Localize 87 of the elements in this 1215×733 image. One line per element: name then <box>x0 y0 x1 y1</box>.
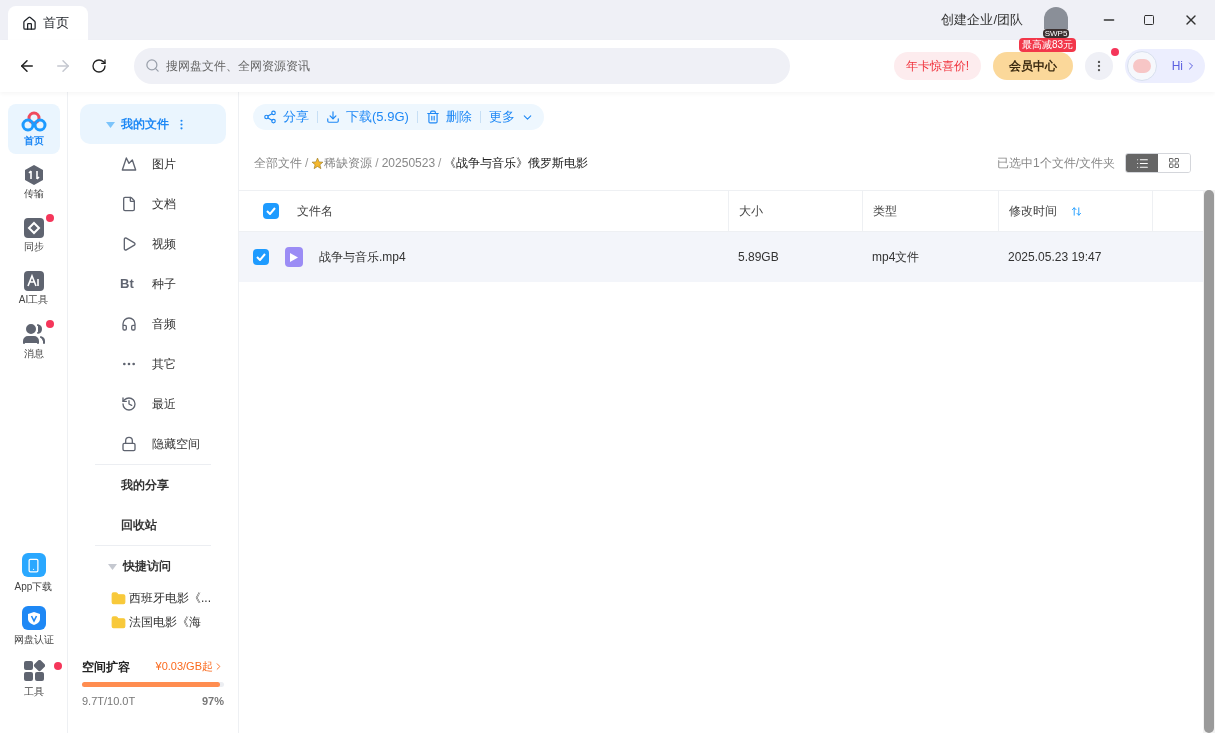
storage-label: 空间扩容 <box>82 658 130 676</box>
vip-center-button[interactable]: 会员中心 <box>993 52 1073 80</box>
phone-app-icon <box>21 553 46 577</box>
refresh-button[interactable] <box>91 58 107 74</box>
caret-icon <box>106 119 115 129</box>
download-icon <box>326 110 340 124</box>
assistant-button[interactable]: Hi <box>1125 49 1205 83</box>
storage-percent: 97% <box>201 693 224 709</box>
sidebar-link[interactable]: 回收站 <box>68 505 238 545</box>
breadcrumb-separator: / <box>305 155 309 172</box>
share-icon <box>263 110 277 124</box>
document-icon <box>121 196 137 212</box>
rail-tab[interactable]: 传输 <box>7 157 60 207</box>
ai-tool-icon <box>22 270 45 292</box>
list-view-button[interactable] <box>1126 154 1158 172</box>
breadcrumb-link[interactable]: 20250523 <box>381 154 436 172</box>
seed-icon: Bt <box>120 274 138 294</box>
file-size: 5.89GB <box>737 249 780 266</box>
checkbox[interactable] <box>253 249 269 265</box>
list-icon <box>1135 156 1149 170</box>
people-icon <box>21 322 46 346</box>
breadcrumb-separator: / <box>438 155 442 172</box>
transfer-icon <box>22 164 45 186</box>
rail-tab[interactable]: 网盘认证 <box>7 601 60 651</box>
category-item[interactable]: 最近 <box>68 384 238 424</box>
folder-icon <box>111 590 126 606</box>
caret-icon <box>108 561 117 571</box>
avatar[interactable] <box>1044 6 1068 29</box>
trash-icon <box>425 110 440 124</box>
breadcrumb-link[interactable]: 《战争与音乐》俄罗斯电影 <box>444 154 589 172</box>
category-item[interactable]: 文档 <box>68 184 238 224</box>
column-header[interactable]: 文件名 <box>287 191 728 231</box>
quick-access-item[interactable]: 西班牙电影《... <box>68 586 238 610</box>
maximize-button[interactable] <box>1143 14 1155 26</box>
play-icon <box>121 236 137 252</box>
sidebar-link[interactable]: 我的分享 <box>68 465 238 505</box>
breadcrumb-separator: / <box>375 155 379 172</box>
mountain-icon <box>121 156 137 172</box>
home-tab[interactable]: 首页 <box>8 6 88 40</box>
lock-icon <box>121 436 137 452</box>
discount-tag: 最高减83元 <box>1019 38 1077 52</box>
breadcrumb-link[interactable]: 稀缺资源 <box>324 154 373 172</box>
category-item[interactable]: 图片 <box>68 144 238 184</box>
create-team-link[interactable]: 创建企业/团队 <box>941 10 1023 30</box>
rail-tab[interactable]: App下载 <box>7 548 60 598</box>
modified-time: 2025.05.23 19:47 <box>1007 249 1103 266</box>
quick-access-header[interactable]: 快捷访问 <box>68 546 238 586</box>
quick-access-item[interactable]: 法国电影《海 <box>68 610 238 634</box>
more-menu-button[interactable] <box>1085 52 1113 80</box>
check-icon <box>266 207 276 215</box>
category-item[interactable]: Bt 种子 <box>68 264 238 304</box>
mascot-icon <box>1127 51 1157 81</box>
file-type: mp4文件 <box>871 249 921 266</box>
file-name: 战争与音乐.mp4 <box>319 249 406 266</box>
category-item[interactable]: 音频 <box>68 304 238 344</box>
sort-icon <box>1071 205 1082 217</box>
video-file-icon <box>285 247 303 267</box>
folder-icon <box>111 614 126 630</box>
tools-grid-icon <box>22 660 45 682</box>
breadcrumb-link[interactable]: 全部文件 <box>254 154 302 172</box>
selection-count: 已选中1个文件/文件夹 <box>997 155 1115 172</box>
checkbox[interactable] <box>263 203 279 219</box>
home-icon <box>22 15 37 31</box>
history-icon <box>121 396 137 412</box>
column-header[interactable]: 类型 <box>862 191 998 231</box>
rail-tab[interactable]: 同步 <box>7 210 60 260</box>
category-item[interactable]: 其它 <box>68 344 238 384</box>
cloud-logo-icon <box>20 111 47 133</box>
category-item[interactable]: 视频 <box>68 224 238 264</box>
back-button[interactable] <box>18 57 36 75</box>
grid-icon <box>1168 157 1180 169</box>
column-header[interactable]: 大小 <box>728 191 862 231</box>
search-icon <box>145 58 160 73</box>
headphones-icon <box>121 316 137 332</box>
rail-tab[interactable]: 消息 <box>7 316 60 366</box>
file-row[interactable]: 战争与音乐.mp4 5.89GB mp4文件 2025.05.23 19:47 <box>239 232 1203 282</box>
category-item[interactable]: 隐藏空间 <box>68 424 238 464</box>
promo-button[interactable]: 年卡惊喜价! <box>893 52 981 80</box>
sync-icon <box>22 217 45 239</box>
column-header[interactable]: 修改时间 <box>998 191 1152 231</box>
shield-v-icon <box>21 606 46 630</box>
storage-used: 9.7T/10.0T <box>82 693 136 709</box>
search-field[interactable]: 搜网盘文件、全网资源资讯 <box>134 48 790 84</box>
rail-tab[interactable]: 工具 <box>7 654 60 704</box>
avatar-badge: SWP5 <box>1042 28 1070 38</box>
check-icon <box>256 253 266 261</box>
rail-tab[interactable]: AI工具 <box>7 263 60 313</box>
